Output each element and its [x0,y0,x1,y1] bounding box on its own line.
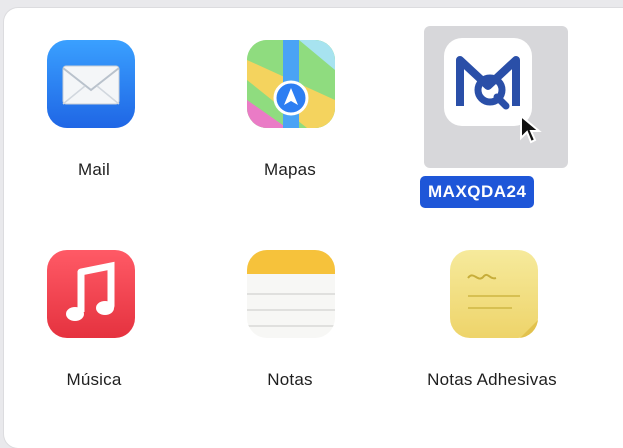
app-label-stickies: Notas Adhesivas [427,370,557,389]
app-label-notes: Notas [267,370,313,389]
maxqda-icon[interactable] [444,38,532,126]
maps-icon[interactable] [247,40,335,128]
mail-icon[interactable] [47,40,135,128]
app-label-mail: Mail [78,160,110,179]
mouse-cursor-icon [520,114,542,144]
notes-icon[interactable] [247,250,335,338]
stickies-icon[interactable] [450,250,538,338]
launcher-window: Mail Mapas MAXQDA24 Música Notas Notas A… [4,8,623,448]
app-label-maxqda: MAXQDA24 [420,176,535,208]
app-label-music: Música [66,370,122,389]
music-icon[interactable] [47,250,135,338]
app-label-maps: Mapas [263,160,317,179]
